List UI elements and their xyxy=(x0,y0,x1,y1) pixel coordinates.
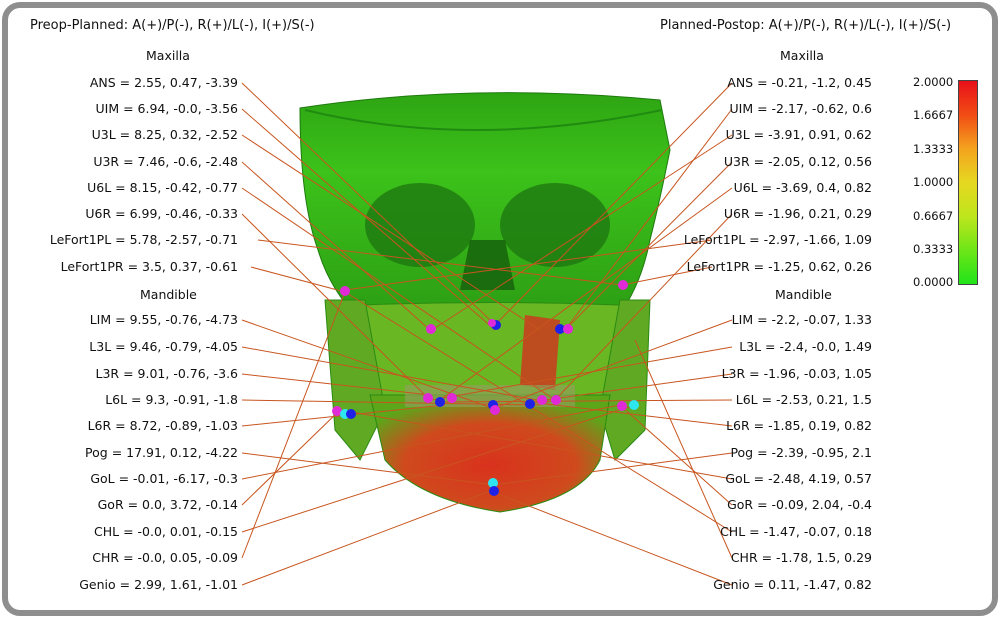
marker-l3l xyxy=(525,399,535,409)
marker-lim-b xyxy=(490,405,500,415)
marker-lefort1pl xyxy=(618,280,628,290)
left-u6r-value: U6R = 6.99, -0.46, -0.33 xyxy=(85,206,238,221)
left-lefort1pr-value: LeFort1PR = 3.5, 0.37, -0.61 xyxy=(60,259,238,274)
right-l3l-value: L3L = -2.4, -0.0, 1.49 xyxy=(739,339,872,354)
left-lim-value: LIM = 9.55, -0.76, -4.73 xyxy=(89,312,238,327)
left-l6l-value: L6L = 9.3, -0.91, -1.8 xyxy=(105,392,238,407)
color-tick: 0.6667 xyxy=(913,209,954,223)
right-uim-value: UIM = -2.17, -0.62, 0.6 xyxy=(729,101,873,116)
left-gol-value: GoL = -0.01, -6.17, -0.3 xyxy=(90,471,238,486)
mandible-mesh xyxy=(369,394,611,513)
left-chl-value: CHL = -0.0, 0.01, -0.15 xyxy=(94,524,238,539)
left-ans-value: ANS = 2.55, 0.47, -3.39 xyxy=(89,75,238,90)
right-u6r-value: U6R = -1.96, 0.21, 0.29 xyxy=(723,206,872,221)
right-pog-value: Pog = -2.39, -0.95, 2.1 xyxy=(730,445,872,460)
marker-gol xyxy=(617,401,627,411)
right-ans-value: ANS = -0.21, -1.2, 0.45 xyxy=(727,75,872,90)
marker-u3r xyxy=(426,324,436,334)
right-gor-value: GoR = -0.09, 2.04, -0.4 xyxy=(727,497,872,512)
left-u6l-value: U6L = 8.15, -0.42, -0.77 xyxy=(87,180,238,195)
color-tick: 1.3333 xyxy=(913,142,954,156)
left-panel-title: Preop-Planned: A(+)/P(-), R(+)/L(-), I(+… xyxy=(30,18,315,33)
right-lefort1pr-value: LeFort1PR = -1.25, 0.62, 0.26 xyxy=(686,259,872,274)
right-l6r-value: L6R = -1.85, 0.19, 0.82 xyxy=(726,418,872,433)
marker-l3r-b xyxy=(447,393,457,403)
left-l3l-value: L3L = 9.46, -0.79, -4.05 xyxy=(89,339,238,354)
left-orbit xyxy=(365,183,475,267)
right-u6l-value: U6L = -3.69, 0.4, 0.82 xyxy=(733,180,872,195)
left-uim-value: UIM = 6.94, -0.0, -3.56 xyxy=(95,101,239,116)
left-maxilla-label: Maxilla xyxy=(146,48,190,63)
left-l6r-value: L6R = 8.72, -0.89, -1.03 xyxy=(87,418,238,433)
right-panel-title: Planned-Postop: A(+)/P(-), R(+)/L(-), I(… xyxy=(660,18,952,33)
right-maxilla-label: Maxilla xyxy=(780,48,824,63)
right-gol-value: GoL = -2.48, 4.19, 0.57 xyxy=(725,471,872,486)
color-tick: 0.0000 xyxy=(913,275,954,289)
right-l6l-value: L6L = -2.53, 0.21, 1.5 xyxy=(735,392,872,407)
color-tick: 2.0000 xyxy=(913,75,954,89)
left-mandible-label: Mandible xyxy=(140,287,197,302)
left-l3r-value: L3R = 9.01, -0.76, -3.6 xyxy=(95,366,238,381)
right-u3l-value: U3L = -3.91, 0.91, 0.62 xyxy=(725,127,872,142)
marker-u3l-planned xyxy=(563,324,573,334)
marker-genio xyxy=(489,486,499,496)
marker-l3l-b xyxy=(537,395,547,405)
left-pog-value: Pog = 17.91, 0.12, -4.22 xyxy=(85,445,238,460)
left-u3l-value: U3L = 8.25, 0.32, -2.52 xyxy=(91,127,238,142)
right-lefort1pl-value: LeFort1PL = -2.97, -1.66, 1.09 xyxy=(683,232,872,247)
marker-l6l xyxy=(551,395,561,405)
left-u3r-value: U3R = 7.46, -0.6, -2.48 xyxy=(93,154,238,169)
right-mandible-label: Mandible xyxy=(775,287,832,302)
marker-gol-b xyxy=(629,400,639,410)
marker-l6r xyxy=(423,393,433,403)
maxilla-mesh xyxy=(359,302,621,396)
right-u3r-value: U3R = -2.05, 0.12, 0.56 xyxy=(723,154,872,169)
marker-lefort1pr xyxy=(340,286,350,296)
left-genio-value: Genio = 2.99, 1.61, -1.01 xyxy=(79,577,238,592)
color-tick: 0.3333 xyxy=(913,242,954,256)
marker-ans-planned xyxy=(488,319,496,327)
left-gor-value: GoR = 0.0, 3.72, -0.14 xyxy=(97,497,238,512)
marker-gor-c xyxy=(346,409,356,419)
right-lim-value: LIM = -2.2, -0.07, 1.33 xyxy=(731,312,872,327)
color-tick: 1.6667 xyxy=(913,108,954,122)
right-genio-value: Genio = 0.11, -1.47, 0.82 xyxy=(713,577,872,592)
right-l3r-value: L3R = -1.96, -0.03, 1.05 xyxy=(721,366,872,381)
right-chr-value: CHR = -1.78, 1.5, 0.29 xyxy=(730,550,872,565)
color-tick: 1.0000 xyxy=(913,175,954,189)
left-chr-value: CHR = -0.0, 0.05, -0.09 xyxy=(92,550,238,565)
color-scale-bar xyxy=(958,80,978,285)
left-lefort1pl-value: LeFort1PL = 5.78, -2.57, -0.71 xyxy=(49,232,238,247)
marker-l3r xyxy=(435,397,445,407)
right-chl-value: CHL = -1.47, -0.07, 0.18 xyxy=(720,524,872,539)
